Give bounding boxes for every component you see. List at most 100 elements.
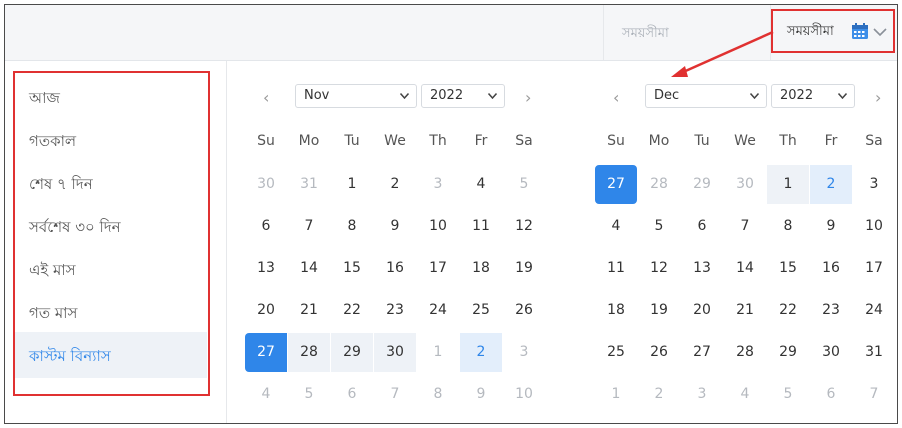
calendar-day[interactable]: 29 <box>681 165 723 204</box>
next-month-button[interactable]: › <box>525 88 531 107</box>
calendar-day[interactable]: 7 <box>374 375 416 414</box>
calendar-day[interactable]: 30 <box>374 333 416 372</box>
calendar-day[interactable]: 10 <box>417 207 459 246</box>
calendar-day[interactable]: 28 <box>288 333 330 372</box>
calendar-day[interactable]: 3 <box>503 333 545 372</box>
calendar-day[interactable]: 19 <box>638 291 680 330</box>
calendar-day[interactable]: 8 <box>417 375 459 414</box>
calendar-day[interactable]: 19 <box>503 249 545 288</box>
calendar-day[interactable]: 23 <box>810 291 852 330</box>
year-select[interactable]: 2022 <box>421 84 505 108</box>
calendar-day[interactable]: 21 <box>724 291 766 330</box>
calendar-day[interactable]: 21 <box>288 291 330 330</box>
calendar-day[interactable]: 15 <box>331 249 373 288</box>
calendar-day[interactable]: 26 <box>503 291 545 330</box>
calendar-day[interactable]: 27 <box>681 333 723 372</box>
month-select[interactable]: Dec <box>645 84 767 108</box>
calendar-day[interactable]: 24 <box>853 291 895 330</box>
calendar-day[interactable]: 11 <box>595 249 637 288</box>
calendar-day[interactable]: 4 <box>595 207 637 246</box>
calendar-day[interactable]: 2 <box>638 375 680 414</box>
calendar-day[interactable]: 25 <box>595 333 637 372</box>
calendar-day[interactable]: 13 <box>245 249 287 288</box>
calendar-day[interactable]: 2 <box>810 165 852 204</box>
calendar-day[interactable]: 7 <box>853 375 895 414</box>
calendar-day[interactable]: 5 <box>503 165 545 204</box>
calendar-day[interactable]: 12 <box>503 207 545 246</box>
calendar-day[interactable]: 29 <box>331 333 373 372</box>
calendar-day[interactable]: 7 <box>724 207 766 246</box>
calendar-day[interactable]: 8 <box>331 207 373 246</box>
calendar-day[interactable]: 1 <box>595 375 637 414</box>
calendar-day[interactable]: 3 <box>417 165 459 204</box>
calendar-day[interactable]: 11 <box>460 207 502 246</box>
calendar-day[interactable]: 27 <box>595 165 637 204</box>
calendar-day[interactable]: 17 <box>853 249 895 288</box>
calendar-day[interactable]: 1 <box>331 165 373 204</box>
calendar-day[interactable]: 9 <box>810 207 852 246</box>
calendar-day[interactable]: 8 <box>767 207 809 246</box>
weekday-header: Th <box>779 133 797 149</box>
calendar-day[interactable]: 20 <box>681 291 723 330</box>
prev-month-button[interactable]: ‹ <box>613 88 619 107</box>
calendar-day[interactable]: 28 <box>724 333 766 372</box>
calendar-day[interactable]: 9 <box>374 207 416 246</box>
calendar-day[interactable]: 4 <box>460 165 502 204</box>
calendar-day[interactable]: 9 <box>460 375 502 414</box>
calendar-day[interactable]: 23 <box>374 291 416 330</box>
calendar-day[interactable]: 16 <box>810 249 852 288</box>
year-select-value: 2022 <box>430 88 464 103</box>
calendar-day[interactable]: 3 <box>681 375 723 414</box>
calendar-day[interactable]: 12 <box>638 249 680 288</box>
calendar-day[interactable]: 10 <box>853 207 895 246</box>
prev-month-button[interactable]: ‹ <box>263 88 269 107</box>
calendar-day[interactable]: 30 <box>810 333 852 372</box>
calendar-day[interactable]: 17 <box>417 249 459 288</box>
calendar-day[interactable]: 5 <box>288 375 330 414</box>
month-select[interactable]: Nov <box>295 84 417 108</box>
calendar-day[interactable]: 5 <box>767 375 809 414</box>
calendar-day[interactable]: 24 <box>417 291 459 330</box>
date-range-input[interactable]: সময়সীমা <box>603 5 771 60</box>
calendar-day[interactable]: 29 <box>767 333 809 372</box>
date-range-trigger-button[interactable]: সময়সীমা <box>771 9 895 53</box>
calendar-day[interactable]: 13 <box>681 249 723 288</box>
chevron-down-icon <box>488 93 497 99</box>
calendar-day[interactable]: 14 <box>288 249 330 288</box>
calendar-day[interactable]: 6 <box>331 375 373 414</box>
calendar-day[interactable]: 22 <box>331 291 373 330</box>
calendar-day[interactable]: 22 <box>767 291 809 330</box>
calendar-day[interactable]: 1 <box>417 333 459 372</box>
calendar-day[interactable]: 6 <box>245 207 287 246</box>
calendar-day[interactable]: 28 <box>638 165 680 204</box>
calendar-day[interactable]: 5 <box>638 207 680 246</box>
calendar-day[interactable]: 30 <box>245 165 287 204</box>
calendar-day[interactable]: 25 <box>460 291 502 330</box>
year-select[interactable]: 2022 <box>771 84 855 108</box>
year-select-value: 2022 <box>780 88 814 103</box>
calendar-day[interactable]: 2 <box>460 333 502 372</box>
calendar-day[interactable]: 18 <box>460 249 502 288</box>
calendar-day[interactable]: 26 <box>638 333 680 372</box>
calendar-day[interactable]: 30 <box>724 165 766 204</box>
calendar-icon <box>852 23 868 39</box>
calendar-day[interactable]: 14 <box>724 249 766 288</box>
calendar-day[interactable]: 7 <box>288 207 330 246</box>
calendar-day[interactable]: 2 <box>374 165 416 204</box>
calendar-day[interactable]: 1 <box>767 165 809 204</box>
calendar-day[interactable]: 6 <box>810 375 852 414</box>
calendar-day[interactable]: 31 <box>288 165 330 204</box>
calendar-day[interactable]: 10 <box>503 375 545 414</box>
calendar-day[interactable]: 16 <box>374 249 416 288</box>
calendar-day[interactable]: 3 <box>853 165 895 204</box>
next-month-button[interactable]: › <box>875 88 881 107</box>
calendar-day[interactable]: 4 <box>724 375 766 414</box>
calendar-day[interactable]: 27 <box>245 333 287 372</box>
calendar-day[interactable]: 18 <box>595 291 637 330</box>
calendar-day[interactable]: 20 <box>245 291 287 330</box>
chevron-down-icon <box>838 93 847 99</box>
calendar-day[interactable]: 31 <box>853 333 895 372</box>
calendar-day[interactable]: 4 <box>245 375 287 414</box>
calendar-day[interactable]: 15 <box>767 249 809 288</box>
calendar-day[interactable]: 6 <box>681 207 723 246</box>
